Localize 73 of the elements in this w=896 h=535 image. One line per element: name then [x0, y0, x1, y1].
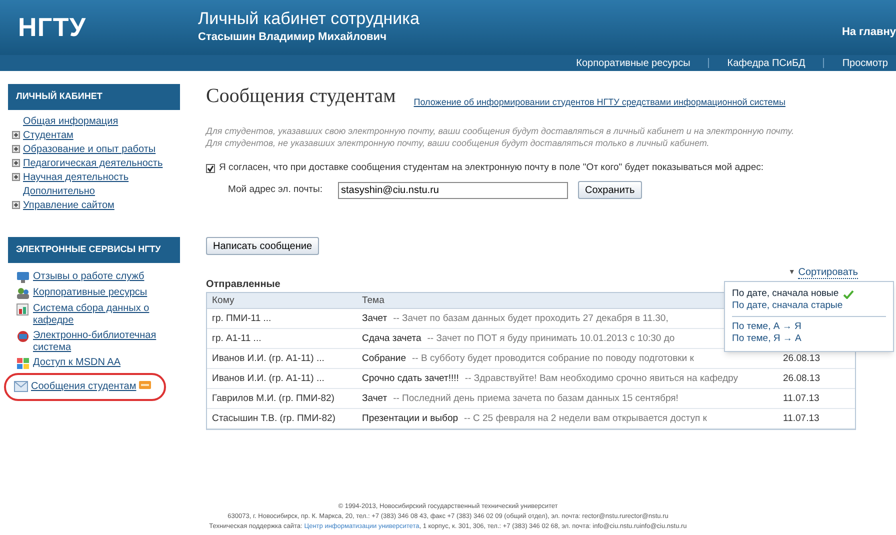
table-cell-text: 11.07.13 [783, 392, 820, 406]
table-cell-text: Стасышин Т.В. (гр. ПМИ-82) [211, 412, 336, 426]
page-title: Сообщения студентам [206, 84, 396, 109]
service-link[interactable]: Доступ к MSDN AA [33, 357, 120, 369]
sidebar-link[interactable]: Управление сайтом [23, 199, 114, 212]
consent-checkbox[interactable] [206, 164, 215, 173]
consent-label: Я согласен, что при доставке сообщения студентам на электронную почту в поле "От кого" будет показываться мой адрес: [219, 161, 764, 175]
message-subject[interactable]: Собрание [362, 352, 406, 366]
expand-icon[interactable] [12, 131, 20, 139]
table-cell-text: 26.08.13 [783, 352, 821, 366]
windows-icon [16, 357, 30, 370]
envelope-icon [14, 381, 28, 392]
table-cell-text: гр. А1-11 ... [211, 332, 262, 346]
home-link[interactable]: На главну [842, 24, 896, 40]
nav-link[interactable]: Кафедра ПСиБД [727, 56, 806, 70]
sidebar-link[interactable]: Общая информация [23, 115, 118, 128]
email-label: Мой адрес эл. почты: [228, 183, 324, 198]
message-subject[interactable]: Зачет [362, 392, 388, 406]
expand-icon[interactable] [12, 159, 20, 167]
section-header: ЭЛЕКТРОННЫЕ СЕРВИСЫ НГТУ [8, 237, 180, 263]
nav-link[interactable]: Просмотр [842, 56, 888, 70]
expand-icon[interactable] [12, 173, 20, 181]
table-cell-text: гр. ПМИ-11 ... [211, 312, 272, 326]
message-subject[interactable]: Сдача зачета [362, 332, 422, 346]
table-cell-text: 11.07.13 [783, 412, 820, 426]
page-heading: Личный кабинет сотрудника [198, 9, 420, 30]
sidebar-link[interactable]: Дополнительно [23, 185, 95, 198]
service-link[interactable]: Электронно-библиотечная система [33, 330, 180, 354]
table-cell-text: Гаврилов М.И. (гр. ПМИ-82) [211, 392, 336, 406]
expand-icon[interactable] [12, 145, 20, 153]
service-link[interactable]: Сообщения студентам [31, 381, 136, 393]
policy-link[interactable]: Положение об информировании студентов НГТУ средствами информационной системы [414, 96, 786, 109]
message-preview: -- С 25 февраля на 2 недели вам открывается доступ к [464, 412, 707, 426]
message-preview: -- Зачет по ПОТ я буду принимать 10.01.2013 с 10:30 до [427, 332, 675, 346]
sidebar-link[interactable]: Педагогическая деятельность [23, 157, 163, 170]
column-header: Тема [361, 294, 384, 308]
column-header: Кому [211, 294, 236, 308]
table-cell-text: 26.08.13 [783, 372, 821, 386]
people-icon [16, 287, 30, 300]
section-header: ЛИЧНЫЙ КАБИНЕТ [8, 84, 180, 110]
message-preview: -- Последний день приема зачета по базам данных 15 сентября! [393, 392, 678, 406]
message-subject[interactable]: Срочно сдать зачет!!!! [362, 372, 459, 386]
nav-link[interactable]: Корпоративные ресурсы [576, 56, 690, 70]
service-link[interactable]: Система сбора данных о кафедре [33, 303, 180, 327]
check-icon [842, 290, 854, 299]
info-note: Для студентов, не указавших электронную почту, ваши сообщения будут доставляться только в личный кабинет. [206, 137, 710, 149]
site-logo[interactable]: НГТУ [18, 8, 198, 47]
message-preview: -- В субботу будет проводится собрание по поводу подготовки к [412, 352, 694, 366]
message-preview: -- Зачет по базам данных будет проходить 27 декабря в 11.30, [393, 312, 668, 326]
sidebar-link[interactable]: Студентам [23, 129, 74, 142]
email-field[interactable]: stasyshin@ciu.nstu.ru [338, 182, 568, 199]
sidebar-link[interactable]: Образование и опыт работы [23, 143, 156, 156]
user-name: Стасышин Владимир Михайлович [198, 30, 388, 46]
message-subject[interactable]: Презентации и выбор [362, 412, 458, 426]
sort-option[interactable]: По дате, сначала новые [732, 288, 886, 300]
sidebar-link[interactable]: Научная деятельность [23, 171, 129, 184]
table-cell-text: Иванов И.И. (гр. А1-11) ... [211, 352, 326, 366]
service-link[interactable]: Отзывы о работе служб [33, 271, 144, 283]
sort-option[interactable]: По теме, Я → А [732, 333, 886, 346]
chart-icon [16, 303, 30, 316]
table-title: Отправленные [206, 278, 282, 292]
sort-link[interactable]: Сортировать [798, 267, 858, 280]
sort-option[interactable]: По дате, сначала старые [732, 300, 886, 312]
write-message-button[interactable]: Написать сообщение [206, 237, 320, 256]
table-cell-text: Иванов И.И. (гр. А1-11) ... [211, 372, 326, 386]
service-link[interactable]: Корпоративные ресурсы [33, 287, 148, 299]
monitor-icon [16, 271, 30, 284]
expand-icon[interactable] [12, 201, 20, 209]
message-preview: -- Здравствуйте! Вам необходимо срочно явиться на кафедру [464, 372, 738, 386]
message-subject[interactable]: Зачет [362, 312, 388, 326]
info-note: Для студентов, указавших свою электронную почту, ваши сообщения будут доставляться в личный кабинет и на электронную почту. [206, 125, 796, 137]
sort-option[interactable]: По теме, А → Я [732, 321, 886, 334]
save-button[interactable]: Сохранить [578, 181, 642, 200]
